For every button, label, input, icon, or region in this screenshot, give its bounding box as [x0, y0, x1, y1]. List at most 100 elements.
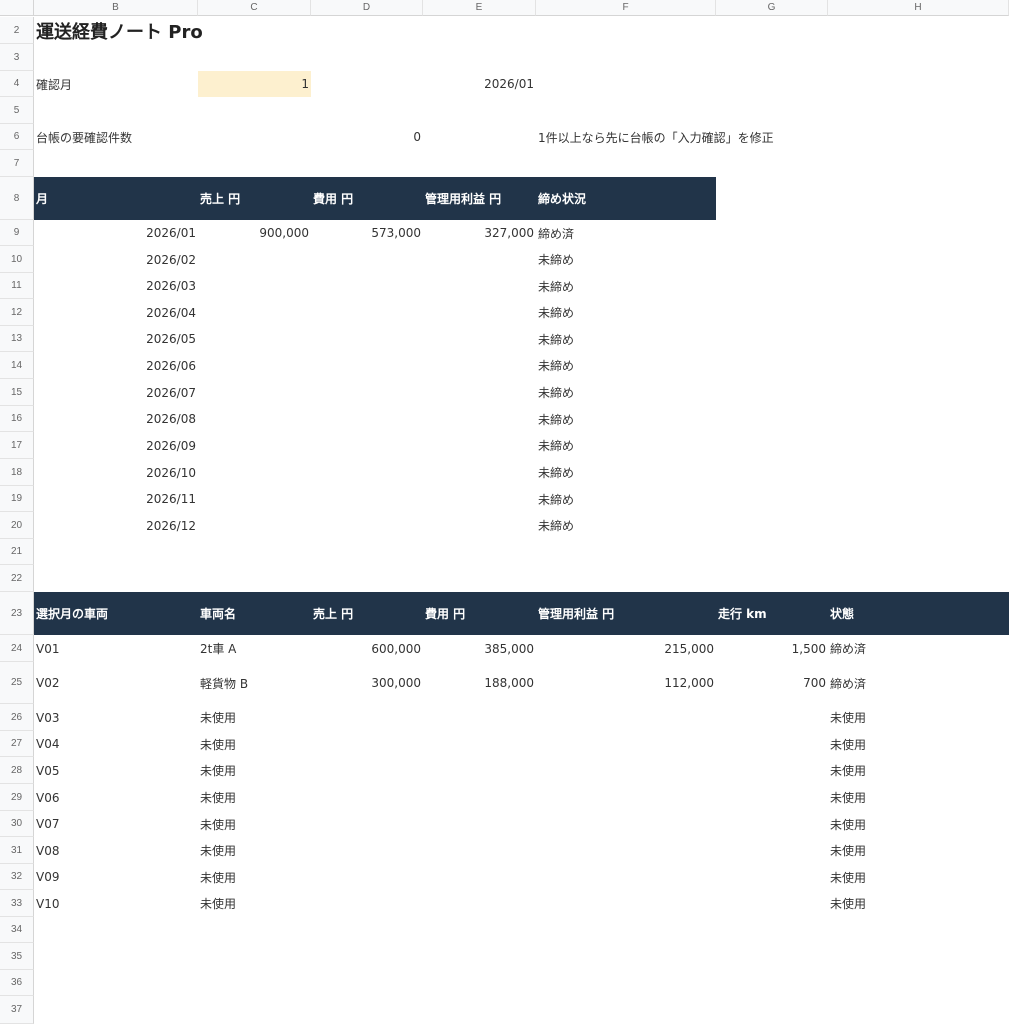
row-header-18[interactable]: 18: [0, 459, 34, 486]
monthly-cost-cell[interactable]: 573,000: [311, 220, 423, 246]
select-all-corner[interactable]: [0, 0, 34, 16]
monthly-header-2[interactable]: 費用 円: [311, 177, 423, 220]
monthly-status-cell[interactable]: 締め済: [536, 220, 716, 246]
row-header-11[interactable]: 11: [0, 273, 34, 299]
ledger-check-note[interactable]: 1件以上なら先に台帳の「入力確認」を修正: [536, 124, 1009, 150]
column-header-f[interactable]: F: [536, 0, 716, 16]
vehicle-id-cell[interactable]: V06: [34, 784, 198, 811]
check-month-display[interactable]: 2026/01: [423, 71, 536, 97]
row-header-20[interactable]: 20: [0, 512, 34, 539]
vehicle-distance-cell[interactable]: 1,500: [716, 635, 828, 662]
vehicle-header-5[interactable]: 走行 km: [716, 592, 828, 635]
vehicle-status-cell[interactable]: 未使用: [828, 731, 1009, 757]
vehicle-cost-cell[interactable]: [423, 864, 536, 890]
vehicle-distance-cell[interactable]: [716, 704, 828, 731]
monthly-sales-cell[interactable]: [198, 352, 311, 379]
row-header-9[interactable]: 9: [0, 220, 34, 246]
monthly-cost-cell[interactable]: [311, 273, 423, 299]
vehicle-cost-cell[interactable]: 385,000: [423, 635, 536, 662]
monthly-month-cell[interactable]: 2026/01: [34, 220, 198, 246]
vehicle-sales-cell[interactable]: [311, 811, 423, 837]
vehicle-id-cell[interactable]: V07: [34, 811, 198, 837]
vehicle-distance-cell[interactable]: [716, 731, 828, 757]
vehicle-name-cell[interactable]: 未使用: [198, 731, 311, 757]
vehicle-name-cell[interactable]: 未使用: [198, 890, 311, 917]
row-header-7[interactable]: 7: [0, 150, 34, 177]
vehicle-cost-cell[interactable]: [423, 731, 536, 757]
vehicle-profit-cell[interactable]: [536, 704, 716, 731]
vehicle-name-cell[interactable]: 2t車 A: [198, 635, 311, 662]
monthly-status-cell[interactable]: 未締め: [536, 459, 716, 486]
vehicle-id-cell[interactable]: V09: [34, 864, 198, 890]
vehicle-header-1[interactable]: 車両名: [198, 592, 311, 635]
row-header-23[interactable]: 23: [0, 592, 34, 635]
monthly-profit-cell[interactable]: 327,000: [423, 220, 536, 246]
monthly-sales-cell[interactable]: [198, 459, 311, 486]
vehicle-profit-cell[interactable]: [536, 890, 716, 917]
monthly-month-cell[interactable]: 2026/07: [34, 379, 198, 406]
monthly-sales-cell[interactable]: [198, 273, 311, 299]
vehicle-distance-cell[interactable]: 700: [716, 662, 828, 704]
vehicle-name-cell[interactable]: 未使用: [198, 864, 311, 890]
row-header-8[interactable]: 8: [0, 177, 34, 220]
monthly-sales-cell[interactable]: 900,000: [198, 220, 311, 246]
monthly-sales-cell[interactable]: [198, 299, 311, 326]
monthly-header-1[interactable]: 売上 円: [198, 177, 311, 220]
vehicle-profit-cell[interactable]: [536, 731, 716, 757]
monthly-sales-cell[interactable]: [198, 432, 311, 459]
monthly-status-cell[interactable]: 未締め: [536, 432, 716, 459]
row-header-3[interactable]: 3: [0, 44, 34, 71]
monthly-profit-cell[interactable]: [423, 326, 536, 352]
monthly-month-cell[interactable]: 2026/04: [34, 299, 198, 326]
row-header-22[interactable]: 22: [0, 565, 34, 592]
row-header-2[interactable]: 2: [0, 17, 34, 44]
row-header-26[interactable]: 26: [0, 704, 34, 731]
row-header-13[interactable]: 13: [0, 326, 34, 352]
monthly-month-cell[interactable]: 2026/08: [34, 406, 198, 432]
vehicle-sales-cell[interactable]: [311, 890, 423, 917]
vehicle-status-cell[interactable]: 未使用: [828, 704, 1009, 731]
monthly-header-0[interactable]: 月: [34, 177, 198, 220]
monthly-status-cell[interactable]: 未締め: [536, 352, 716, 379]
vehicle-name-cell[interactable]: 未使用: [198, 757, 311, 784]
row-header-30[interactable]: 30: [0, 811, 34, 837]
row-header-27[interactable]: 27: [0, 731, 34, 757]
vehicle-header-4[interactable]: 管理用利益 円: [536, 592, 716, 635]
vehicle-id-cell[interactable]: V08: [34, 837, 198, 864]
column-header-b[interactable]: B: [34, 0, 198, 16]
vehicle-profit-cell[interactable]: [536, 837, 716, 864]
vehicle-id-cell[interactable]: V01: [34, 635, 198, 662]
monthly-month-cell[interactable]: 2026/09: [34, 432, 198, 459]
row-header-14[interactable]: 14: [0, 352, 34, 379]
monthly-month-cell[interactable]: 2026/02: [34, 246, 198, 273]
monthly-status-cell[interactable]: 未締め: [536, 326, 716, 352]
row-header-33[interactable]: 33: [0, 890, 34, 917]
vehicle-status-cell[interactable]: 未使用: [828, 837, 1009, 864]
monthly-profit-cell[interactable]: [423, 352, 536, 379]
vehicle-cost-cell[interactable]: [423, 811, 536, 837]
monthly-cost-cell[interactable]: [311, 432, 423, 459]
vehicle-sales-cell[interactable]: [311, 837, 423, 864]
monthly-status-cell[interactable]: 未締め: [536, 299, 716, 326]
row-header-10[interactable]: 10: [0, 246, 34, 273]
row-header-24[interactable]: 24: [0, 635, 34, 662]
monthly-cost-cell[interactable]: [311, 512, 423, 539]
row-header-36[interactable]: 36: [0, 970, 34, 996]
vehicle-profit-cell[interactable]: [536, 784, 716, 811]
monthly-cost-cell[interactable]: [311, 379, 423, 406]
vehicle-name-cell[interactable]: 軽貨物 B: [198, 662, 311, 704]
monthly-profit-cell[interactable]: [423, 273, 536, 299]
monthly-profit-cell[interactable]: [423, 512, 536, 539]
monthly-profit-cell[interactable]: [423, 406, 536, 432]
column-header-c[interactable]: C: [198, 0, 311, 16]
vehicle-id-cell[interactable]: V02: [34, 662, 198, 704]
ledger-check-label[interactable]: 台帳の要確認件数: [34, 124, 311, 150]
monthly-profit-cell[interactable]: [423, 299, 536, 326]
vehicle-sales-cell[interactable]: 600,000: [311, 635, 423, 662]
monthly-cost-cell[interactable]: [311, 406, 423, 432]
vehicle-distance-cell[interactable]: [716, 837, 828, 864]
monthly-profit-cell[interactable]: [423, 379, 536, 406]
vehicle-profit-cell[interactable]: 215,000: [536, 635, 716, 662]
vehicle-profit-cell[interactable]: [536, 864, 716, 890]
monthly-cost-cell[interactable]: [311, 486, 423, 512]
